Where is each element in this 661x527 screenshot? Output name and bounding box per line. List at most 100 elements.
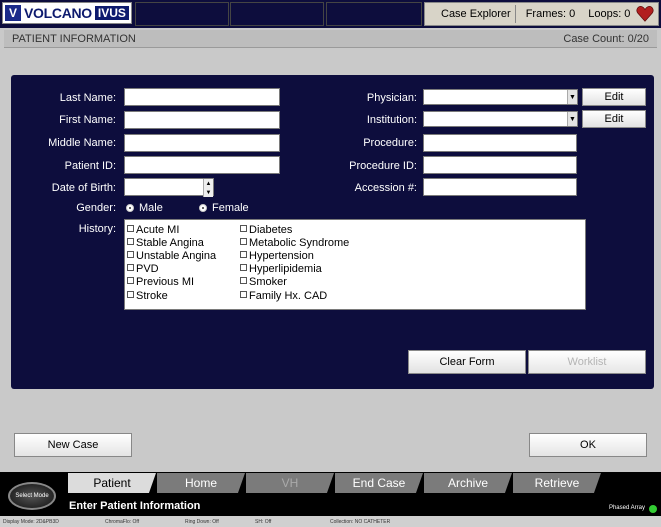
logo-text: VOLCANO — [24, 5, 92, 21]
checkbox-icon[interactable] — [127, 250, 134, 258]
status-item: SH: Off — [255, 519, 272, 525]
gender-male-label: Male — [139, 202, 163, 214]
checkbox-icon[interactable] — [127, 264, 134, 272]
status-bar: Display Mode: 2D&PB3D ChromaFlo: Off Ring … — [0, 516, 661, 527]
tab-retrieve[interactable]: Retrieve — [513, 473, 601, 493]
tab-patient[interactable]: Patient — [68, 473, 156, 493]
edit-institution-button[interactable]: Edit — [582, 110, 646, 128]
gender-male-radio[interactable]: Male — [126, 202, 163, 214]
checkbox-icon[interactable] — [240, 264, 247, 272]
volcano-logo: V VOLCANO IVUS — [2, 2, 132, 24]
dob-spinner[interactable]: ▲ ▼ — [203, 179, 213, 197]
checkbox-icon[interactable] — [127, 237, 134, 245]
radio-dot-icon — [126, 204, 134, 212]
accession-field[interactable] — [423, 178, 577, 196]
status-item: ChromaFlo: Off — [105, 519, 140, 525]
case-explorer-link[interactable]: Case Explorer — [441, 8, 511, 20]
clear-form-button[interactable]: Clear Form — [408, 350, 526, 374]
checkbox-icon[interactable] — [127, 224, 134, 232]
history-checkbox-item[interactable]: Family Hx. CAD — [240, 289, 349, 302]
checkbox-icon[interactable] — [240, 237, 247, 245]
worklist-button[interactable]: Worklist — [528, 350, 646, 374]
history-checkbox-item[interactable]: Diabetes — [240, 223, 349, 236]
history-checkbox-item[interactable]: Stable Angina — [127, 236, 216, 249]
last-name-field[interactable] — [124, 88, 280, 106]
status-item: Display Mode: 2D&PB3D — [3, 519, 59, 525]
procedure-label: Procedure: — [363, 137, 417, 149]
top-slot-1 — [135, 2, 229, 26]
loops-count: Loops: 0 — [588, 8, 631, 20]
top-slot-3 — [326, 2, 422, 26]
history-item-label: Hyperlipidemia — [249, 263, 322, 276]
last-name-label: Last Name: — [59, 92, 116, 104]
enter-info-text: Enter Patient Information — [69, 500, 201, 512]
logo-badge: IVUS — [94, 6, 129, 20]
chevron-down-icon[interactable]: ▼ — [567, 90, 577, 104]
checkbox-icon[interactable] — [240, 277, 247, 285]
gender-female-label: Female — [212, 202, 249, 214]
checkbox-icon[interactable] — [240, 250, 247, 258]
checkbox-icon[interactable] — [127, 290, 134, 298]
history-item-label: Hypertension — [249, 249, 314, 262]
tab-end-case[interactable]: End Case — [335, 473, 423, 493]
ok-button[interactable]: OK — [529, 433, 647, 457]
spin-up-icon[interactable]: ▲ — [206, 181, 212, 187]
heart-icon[interactable] — [636, 5, 654, 23]
section-title: PATIENT INFORMATION — [12, 33, 136, 45]
chevron-down-icon[interactable]: ▼ — [567, 112, 577, 126]
procedure-id-field[interactable] — [423, 156, 577, 174]
history-item-label: Family Hx. CAD — [249, 289, 328, 302]
history-item-label: Previous MI — [136, 276, 195, 289]
history-checkbox-item[interactable]: Previous MI — [127, 276, 216, 289]
physician-label: Physician: — [366, 92, 417, 104]
top-slot-2 — [230, 2, 324, 26]
history-item-label: Acute MI — [136, 223, 180, 236]
tab-vh[interactable]: VH — [246, 473, 334, 493]
history-checkbox-item[interactable]: PVD — [127, 263, 216, 276]
tab-archive[interactable]: Archive — [424, 473, 512, 493]
new-case-button[interactable]: New Case — [14, 433, 132, 457]
history-checkbox-item[interactable]: Metabolic Syndrome — [240, 236, 349, 249]
middle-name-field[interactable] — [124, 134, 280, 152]
checkbox-icon[interactable] — [240, 290, 247, 298]
first-name-field[interactable] — [124, 111, 280, 129]
institution-select[interactable]: ▼ — [423, 111, 578, 127]
gender-female-radio[interactable]: Female — [199, 202, 249, 214]
history-item-label: Metabolic Syndrome — [249, 236, 350, 249]
procedure-id-label: Procedure ID: — [349, 160, 417, 172]
history-checkbox-item[interactable]: Hypertension — [240, 249, 349, 262]
history-checkbox-item[interactable]: Unstable Angina — [127, 249, 216, 262]
history-item-label: Unstable Angina — [136, 249, 217, 262]
select-mode-button[interactable]: Select Mode — [8, 482, 56, 510]
patient-info-bar: PATIENT INFORMATION Case Count: 0/20 — [4, 30, 657, 48]
history-checkbox-item[interactable]: Hyperlipidemia — [240, 263, 349, 276]
gender-label: Gender: — [76, 202, 116, 214]
radio-dot-icon — [199, 204, 207, 212]
phased-array-label: Phased Array — [608, 505, 645, 511]
procedure-field[interactable] — [423, 134, 577, 152]
edit-physician-button[interactable]: Edit — [582, 88, 646, 106]
history-checkbox-item[interactable]: Smoker — [240, 276, 349, 289]
patient-form-panel: Last Name: First Name: Middle Name: Pati… — [11, 75, 654, 389]
status-led-icon — [649, 505, 657, 513]
checkbox-icon[interactable] — [127, 277, 134, 285]
history-item-label: PVD — [136, 263, 159, 276]
top-bar: V VOLCANO IVUS Case Explorer Frames: 0 L… — [0, 0, 661, 28]
patient-id-field[interactable] — [124, 156, 280, 174]
tab-home[interactable]: Home — [157, 473, 245, 493]
history-item-label: Smoker — [249, 276, 287, 289]
history-item-label: Diabetes — [249, 223, 293, 236]
status-item: Ring Down: Off — [185, 519, 219, 525]
history-column-2: Diabetes Metabolic Syndrome Hypertension Hy… — [240, 223, 349, 302]
history-checkbox-item[interactable]: Stroke — [127, 289, 216, 302]
spin-down-icon[interactable]: ▼ — [206, 190, 212, 196]
physician-select[interactable]: ▼ — [423, 89, 578, 105]
dob-field[interactable]: ▲ ▼ — [124, 178, 214, 197]
history-checkbox-item[interactable]: Acute MI — [127, 223, 216, 236]
history-item-label: Stable Angina — [136, 236, 204, 249]
dob-label: Date of Birth: — [51, 182, 116, 194]
status-item: Collection: NO CATHETER — [330, 519, 391, 525]
checkbox-icon[interactable] — [240, 224, 247, 232]
institution-label: Institution: — [366, 114, 417, 126]
history-label: History: — [78, 223, 116, 235]
